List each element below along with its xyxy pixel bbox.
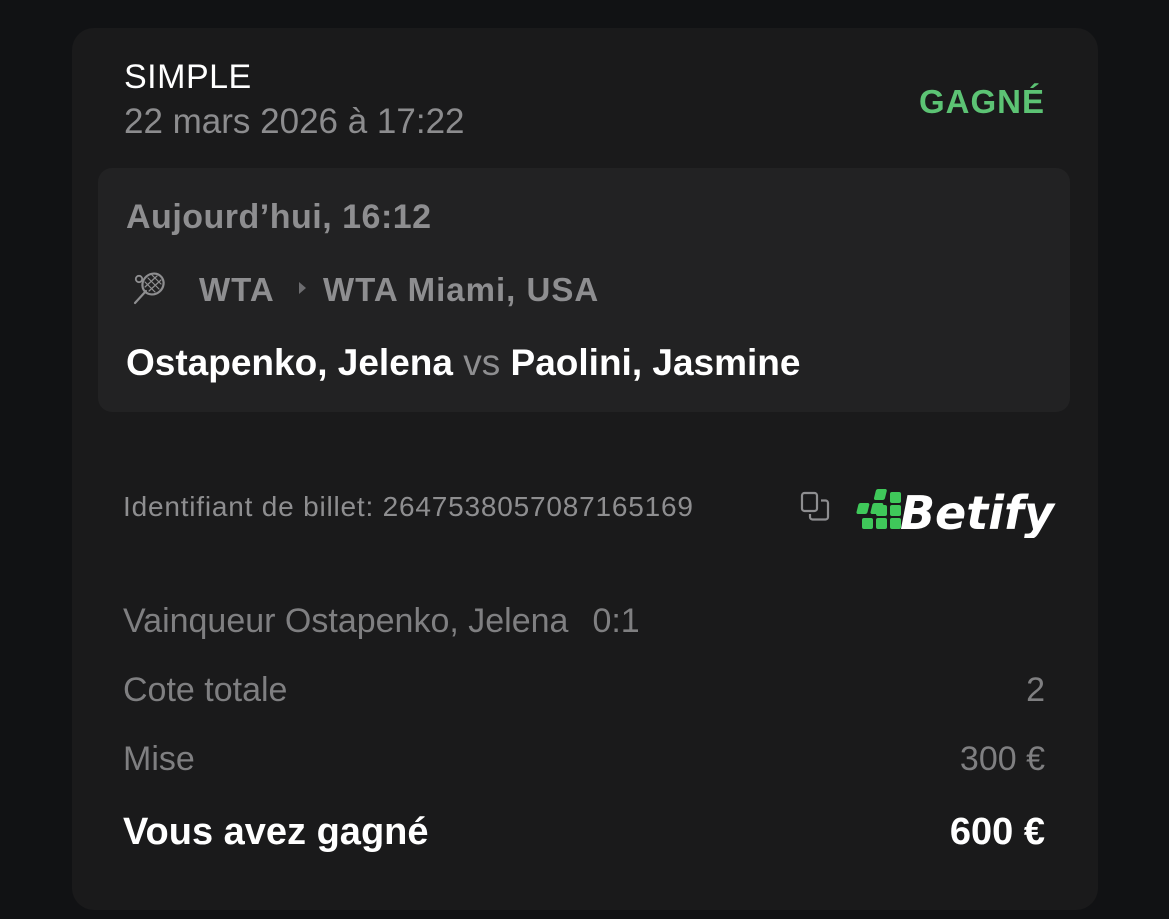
copy-icon[interactable] <box>798 490 832 524</box>
tennis-racket-icon <box>133 272 165 305</box>
pick-label: Vainqueur Ostapenko, Jelena <box>123 602 569 640</box>
event-time: Aujourd’hui, 16:12 <box>126 198 432 236</box>
breadcrumb-tournament[interactable]: WTA Miami, USA <box>323 271 599 309</box>
player-one: Ostapenko, Jelena <box>126 342 453 383</box>
breadcrumb-sport[interactable]: WTA <box>199 271 275 309</box>
winnings-row: Vous avez gagné 600 € <box>123 811 1045 854</box>
vs-label: vs <box>463 342 501 383</box>
bet-date: 22 mars 2026 à 17:22 <box>124 102 465 141</box>
breadcrumb-chevron-icon <box>299 282 306 294</box>
stake-value: 300 € <box>959 740 1045 778</box>
odds-label: Cote totale <box>123 671 288 709</box>
odds-row: Cote totale 2 <box>123 671 1045 710</box>
ticket-id: Identifiant de billet: 26475380570871651… <box>123 491 694 522</box>
stake-row: Mise 300 € <box>123 740 1045 779</box>
stake-label: Mise <box>123 740 195 778</box>
status-badge: GAGNÉ <box>918 83 1045 120</box>
pick-score: 0:1 <box>592 602 640 640</box>
betify-logo: Betify <box>856 486 1056 538</box>
player-two: Paolini, Jasmine <box>510 342 801 383</box>
brand-name: Betify <box>900 486 1056 538</box>
matchup: Ostapenko, Jelena vs Paolini, Jasmine <box>126 342 800 384</box>
winnings-label: Vous avez gagné <box>123 811 429 853</box>
event-panel[interactable]: Aujourd’hui, 16:12 WTA WTA Miami, USA Os… <box>98 168 1070 412</box>
pick-row: Vainqueur Ostapenko, Jelena 0:1 <box>123 602 1045 641</box>
bet-type: SIMPLE <box>124 58 252 96</box>
bet-card[interactable]: SIMPLE 22 mars 2026 à 17:22 GAGNÉ Aujour… <box>72 28 1098 910</box>
winnings-value: 600 € <box>949 811 1045 853</box>
odds-value: 2 <box>1026 671 1045 709</box>
